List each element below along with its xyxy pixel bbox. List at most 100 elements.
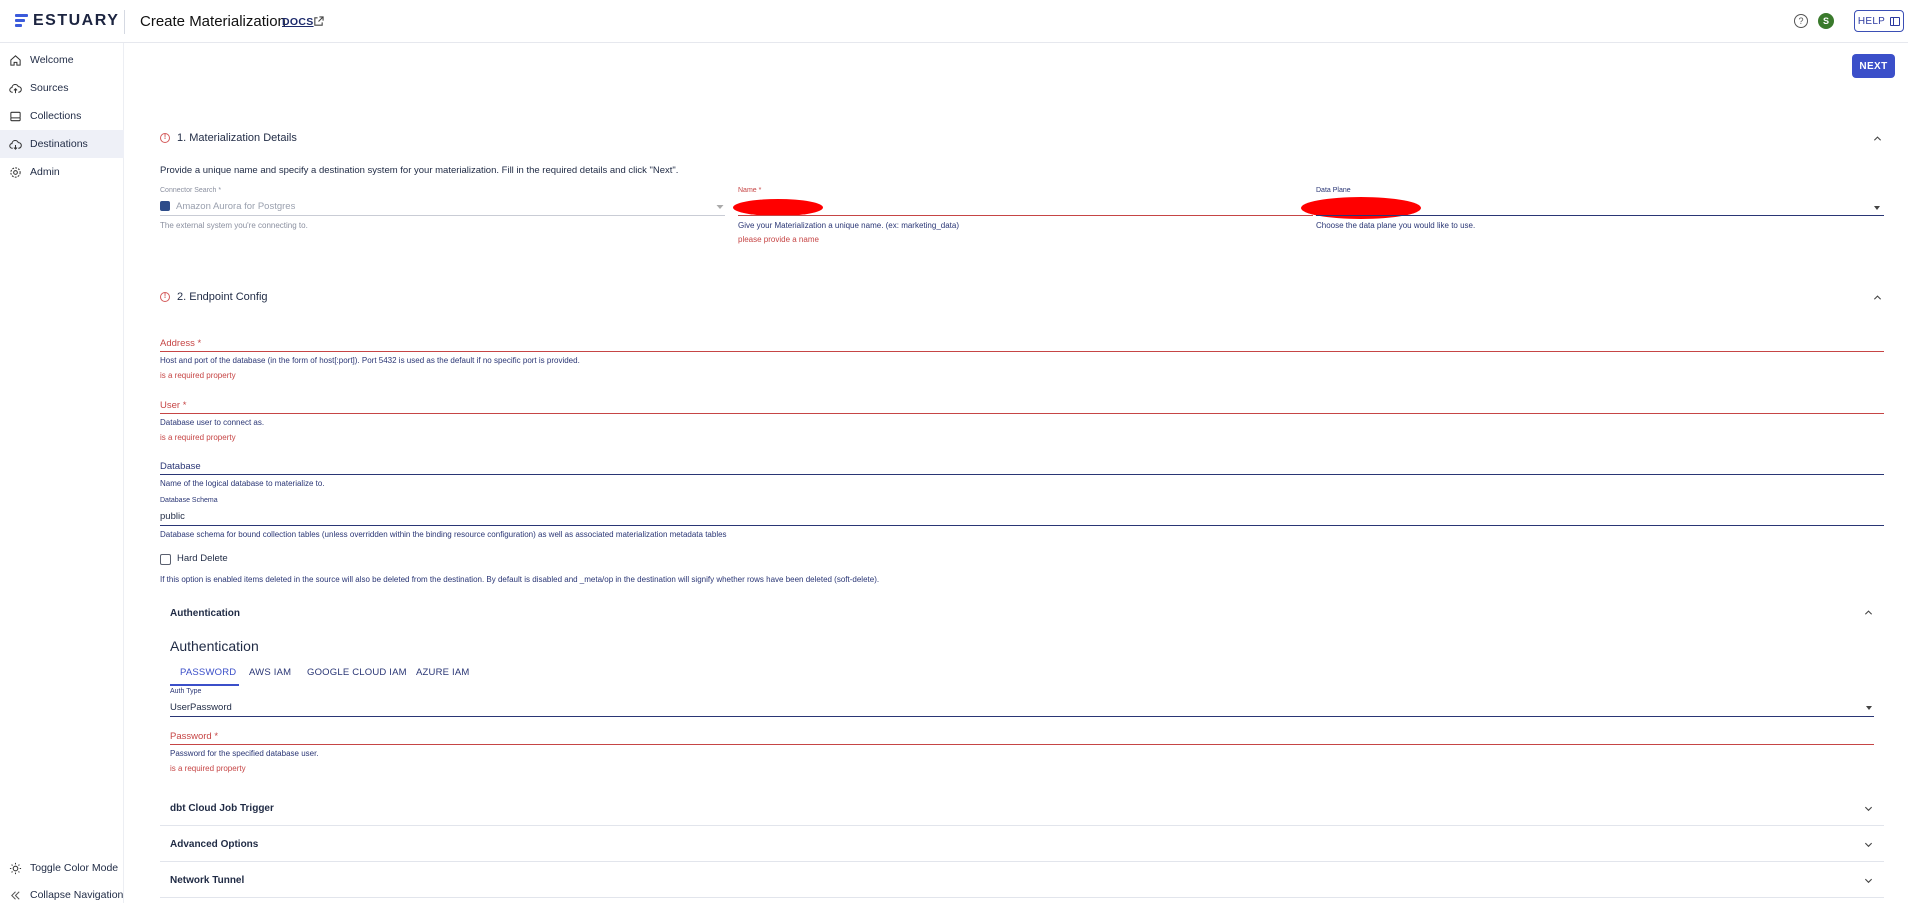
sidebar-item-label: Sources [30,82,69,94]
gear-icon [10,166,21,178]
sidebar-item-label: Welcome [30,54,74,66]
connector-search-label: Connector Search * [160,187,222,194]
user-input[interactable] [160,413,1884,414]
data-plane-select[interactable] [1316,215,1884,216]
user-label: User * [160,400,187,411]
aurora-postgres-icon [160,201,170,211]
sidebar-item-collections[interactable]: Collections [0,102,124,130]
sidebar-item-label: Destinations [30,138,88,150]
avatar[interactable]: S [1818,13,1834,29]
auth-type-dropdown-arrow-icon[interactable] [1866,706,1872,710]
accordion-divider [160,825,1884,826]
warning-icon: ! [160,292,170,302]
address-input[interactable] [160,351,1884,352]
side-panel-icon [1890,16,1901,26]
chevron-up-icon[interactable] [1864,608,1873,617]
docs-link[interactable]: DOCS [282,16,314,28]
page-title: Create Materialization [140,13,286,30]
name-error: please provide a name [738,235,819,244]
connector-search-underline [160,215,725,216]
cloud-upload-icon [9,83,22,93]
authentication-accordion-title[interactable]: Authentication [170,608,240,619]
auth-type-select[interactable]: UserPassword [170,702,232,713]
tab-aws-iam[interactable]: AWS IAM [249,667,291,678]
chevron-up-icon[interactable] [1873,293,1882,302]
hard-delete-checkbox[interactable] [160,554,171,565]
database-input[interactable] [160,474,1884,475]
address-label: Address * [160,338,202,349]
accordion-divider [160,897,1884,898]
active-tab-indicator [170,684,239,686]
help-circle-icon[interactable]: ? [1794,14,1808,28]
sidebar-item-label: Collections [30,110,82,122]
password-error: is a required property [170,764,246,773]
network-tunnel-accordion[interactable]: Network Tunnel [170,875,244,886]
database-schema-help: Database schema for bound collection tab… [160,530,727,539]
dropdown-arrow-icon[interactable] [716,204,724,210]
connector-search-input[interactable]: Amazon Aurora for Postgres [176,201,295,212]
sun-icon [9,862,22,874]
sidebar-item-welcome[interactable]: Welcome [0,46,124,74]
database-schema-label: Database Schema [160,497,218,504]
redaction-mark [733,199,823,216]
tab-google-cloud-iam[interactable]: GOOGLE CLOUD IAM [307,667,407,678]
logo-text: ESTUARY [33,12,120,29]
hard-delete-label: Hard Delete [177,553,228,564]
password-help: Password for the specified database user… [170,749,319,758]
collapse-navigation-button[interactable]: Collapse Navigation [0,884,124,903]
user-help: Database user to connect as. [160,418,265,427]
sidebar-item-sources[interactable]: Sources [0,74,124,102]
database-label: Database [160,461,201,472]
password-label: Password * [170,731,219,742]
auth-type-underline [170,716,1874,717]
toggle-color-mode-button[interactable]: Toggle Color Mode [0,857,124,879]
advanced-options-accordion[interactable]: Advanced Options [170,839,258,850]
top-bar: ESTUARY Create Materialization DOCS ? S … [0,0,1908,43]
address-help: Host and port of the database (in the fo… [160,356,580,365]
tab-azure-iam[interactable]: AZURE IAM [416,667,470,678]
auth-type-label: Auth Type [170,688,202,695]
name-help: Give your Materialization a unique name.… [738,221,959,230]
accordion-divider [160,861,1884,862]
estuary-logo[interactable]: ESTUARY [15,12,119,30]
sidebar-item-label: Admin [30,166,60,178]
chevron-down-icon[interactable] [1864,804,1873,813]
chevron-up-icon[interactable] [1873,134,1882,143]
toggle-color-mode-label: Toggle Color Mode [30,862,119,874]
user-error: is a required property [160,433,236,442]
sidebar-item-admin[interactable]: Admin [0,158,124,186]
database-schema-underline [160,525,1884,526]
next-button[interactable]: NEXT [1852,54,1895,78]
tab-password[interactable]: PASSWORD [180,667,236,678]
help-button[interactable]: HELP [1854,10,1904,32]
address-error: is a required property [160,371,236,380]
section-title: 2. Endpoint Config [177,291,268,303]
sidebar-item-destinations[interactable]: Destinations [0,130,124,158]
chevron-down-icon[interactable] [1864,840,1873,849]
chevron-down-icon[interactable] [1864,876,1873,885]
password-input[interactable] [170,744,1874,745]
cloud-download-icon [9,139,22,150]
name-input[interactable] [738,215,1313,216]
database-icon [10,111,21,121]
database-help: Name of the logical database to material… [160,479,325,488]
data-plane-label: Data Plane [1316,187,1351,194]
warning-icon: ! [160,133,170,143]
data-plane-help: Choose the data plane you would like to … [1316,221,1476,230]
external-link-icon[interactable] [313,16,324,27]
data-plane-dropdown-arrow-icon[interactable] [1874,206,1880,210]
name-label: Name * [738,187,762,194]
authentication-heading: Authentication [170,638,259,654]
database-schema-input[interactable]: public [160,511,185,522]
section-title: 1. Materialization Details [177,132,297,144]
hard-delete-help: If this option is enabled items deleted … [160,575,880,584]
header-divider [124,10,125,34]
double-chevron-left-icon [11,890,20,900]
home-icon [10,54,21,66]
collapse-navigation-label: Collapse Navigation [30,889,124,901]
help-button-label: HELP [1857,15,1886,27]
materialization-details-header[interactable]: ! 1. Materialization Details [160,132,297,144]
dbt-cloud-job-trigger-accordion[interactable]: dbt Cloud Job Trigger [170,803,274,814]
endpoint-config-header[interactable]: ! 2. Endpoint Config [160,291,268,303]
details-description: Provide a unique name and specify a dest… [160,165,679,176]
